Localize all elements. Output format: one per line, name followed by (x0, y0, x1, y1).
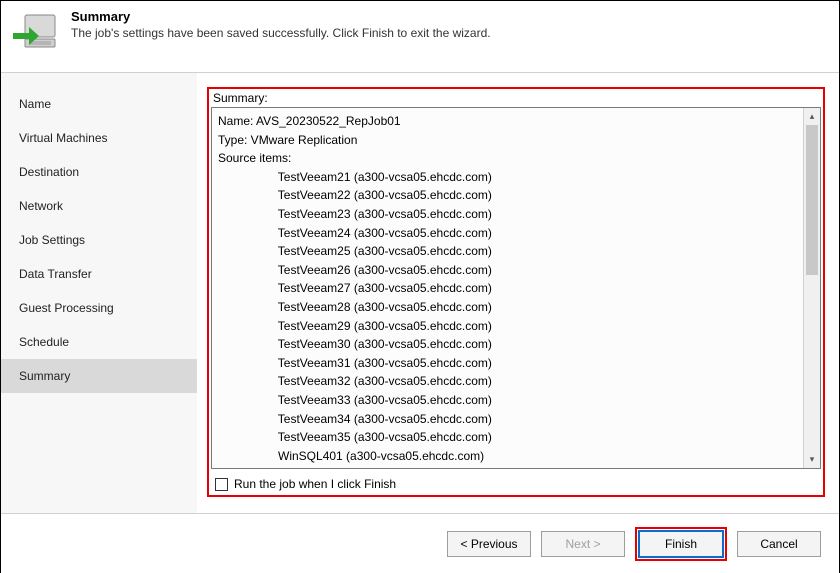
summary-textarea[interactable]: Name: AVS_20230522_RepJob01 Type: VMware… (211, 107, 821, 469)
sidebar-item-guest-processing[interactable]: Guest Processing (1, 291, 197, 325)
scrollbar[interactable]: ▴ ▾ (803, 108, 820, 468)
sidebar-item-schedule[interactable]: Schedule (1, 325, 197, 359)
summary-text: Name: AVS_20230522_RepJob01 Type: VMware… (212, 108, 803, 468)
summary-field-label: Summary: (211, 91, 821, 105)
sidebar-item-summary[interactable]: Summary (1, 359, 197, 393)
sidebar-item-data-transfer[interactable]: Data Transfer (1, 257, 197, 291)
finish-button[interactable]: Finish (639, 531, 723, 557)
wizard-header: Summary The job's settings have been sav… (1, 1, 839, 73)
wizard-steps-sidebar: Name Virtual Machines Destination Networ… (1, 73, 197, 513)
sidebar-item-virtual-machines[interactable]: Virtual Machines (1, 121, 197, 155)
page-subtitle: The job's settings have been saved succe… (71, 26, 491, 40)
highlight-annotation-finish: Finish (635, 527, 727, 561)
run-job-checkbox-label: Run the job when I click Finish (234, 477, 396, 491)
page-title: Summary (71, 9, 491, 24)
summary-icon (11, 9, 59, 57)
sidebar-item-name[interactable]: Name (1, 87, 197, 121)
wizard-footer: < Previous Next > Finish Cancel (1, 513, 839, 573)
sidebar-item-destination[interactable]: Destination (1, 155, 197, 189)
highlight-annotation: Summary: Name: AVS_20230522_RepJob01 Typ… (207, 87, 825, 497)
scrollbar-thumb[interactable] (806, 125, 818, 275)
previous-button[interactable]: < Previous (447, 531, 531, 557)
cancel-button[interactable]: Cancel (737, 531, 821, 557)
sidebar-item-network[interactable]: Network (1, 189, 197, 223)
run-job-checkbox[interactable] (215, 478, 228, 491)
scrollbar-down-arrow-icon[interactable]: ▾ (804, 451, 820, 468)
content-area: Summary: Name: AVS_20230522_RepJob01 Typ… (197, 73, 839, 513)
sidebar-item-job-settings[interactable]: Job Settings (1, 223, 197, 257)
next-button: Next > (541, 531, 625, 557)
scrollbar-up-arrow-icon[interactable]: ▴ (804, 108, 820, 125)
